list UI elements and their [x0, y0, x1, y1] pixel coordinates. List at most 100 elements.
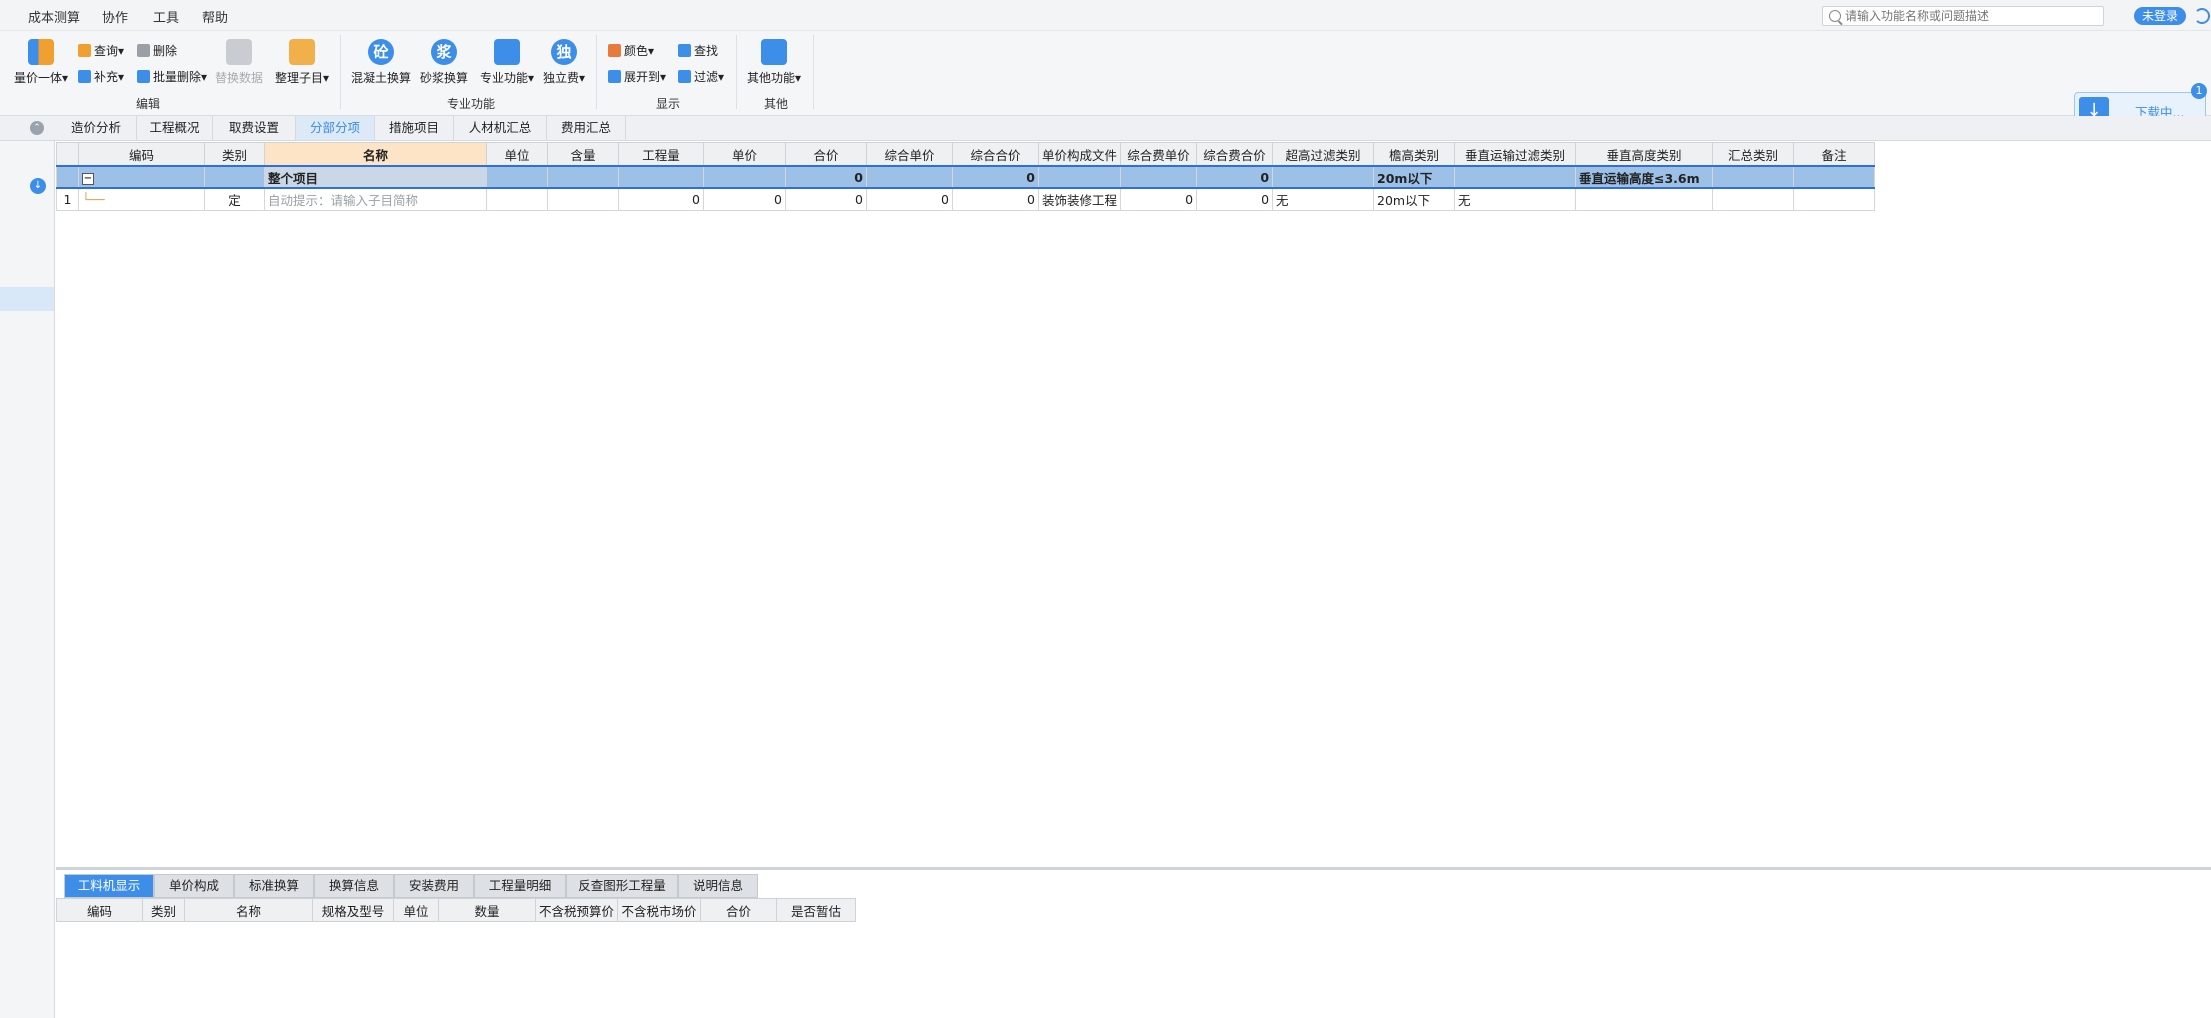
left-tree-selected-item[interactable]	[0, 287, 54, 311]
summary-category-cell[interactable]	[1712, 187, 1795, 211]
collapse-up-icon[interactable]: ⌃	[30, 121, 44, 135]
unit-price-cell[interactable]: 0	[703, 187, 786, 211]
column-header[interactable]: 垂直高度类别	[1575, 142, 1714, 167]
column-header[interactable]: 工程量	[618, 142, 704, 167]
total-cell[interactable]: 0	[785, 187, 867, 211]
comp-unit-price-cell[interactable]: 0	[866, 187, 953, 211]
column-header[interactable]: 编码	[56, 898, 143, 922]
column-header[interactable]: 数量	[438, 898, 536, 922]
menu-item-collaborate[interactable]: 协作	[102, 7, 128, 26]
menu-item-cost-estimate[interactable]: 成本测算	[28, 7, 80, 26]
column-header[interactable]: 超高过滤类别	[1272, 142, 1375, 167]
yangao-cell[interactable]: 20m以下	[1373, 165, 1456, 189]
column-header[interactable]: 合价	[700, 898, 777, 922]
column-header[interactable]: 垂直运输过滤类别	[1454, 142, 1577, 167]
column-header[interactable]: 单位	[486, 142, 548, 167]
content-cell[interactable]	[547, 187, 619, 211]
supplement-button[interactable]: 补充▾	[78, 68, 124, 85]
login-button[interactable]: 未登录	[2134, 7, 2186, 25]
column-header[interactable]: 规格及型号	[312, 898, 394, 922]
column-header[interactable]: 备注	[1793, 142, 1876, 167]
remark-cell[interactable]	[1793, 187, 1876, 211]
tab-labor-material-summary[interactable]: 人材机汇总	[454, 116, 547, 140]
group-row-whole-project[interactable]: − 整个项目 0 0 0 20m以下 垂直运输高度≤3.6m	[56, 165, 1876, 189]
tab-description-info[interactable]: 说明信息	[678, 874, 758, 898]
category-cell[interactable]: 定	[204, 187, 265, 211]
unit-price-cell[interactable]	[703, 165, 786, 189]
category-cell[interactable]	[204, 165, 265, 189]
quantity-cell[interactable]	[618, 165, 704, 189]
name-cell[interactable]: 整个项目	[264, 165, 487, 189]
chaogao-cell[interactable]: 无	[1272, 187, 1375, 211]
column-header[interactable]: 含量	[547, 142, 619, 167]
summary-category-cell[interactable]	[1712, 165, 1795, 189]
table-row[interactable]: 1 └── 定 自动提示：请输入子目简称 0 0 0 0 0 装饰装修工程 0 …	[56, 187, 1876, 211]
comp-unit-price-cell[interactable]	[866, 165, 953, 189]
column-header[interactable]: 类别	[204, 142, 265, 167]
refresh-icon[interactable]	[2194, 8, 2210, 24]
expand-to-button[interactable]: 展开到▾	[608, 68, 666, 85]
tab-conversion-info[interactable]: 换算信息	[314, 874, 394, 898]
content-cell[interactable]	[547, 165, 619, 189]
column-header[interactable]: 单价构成文件	[1037, 142, 1122, 167]
liangjia-button[interactable]: 量价一体▾	[12, 39, 70, 86]
column-header[interactable]: 综合单价	[866, 142, 953, 167]
tab-install-fee[interactable]: 安装费用	[394, 874, 474, 898]
remark-cell[interactable]	[1793, 165, 1876, 189]
column-header[interactable]: 综合费合价	[1196, 142, 1274, 167]
comp-total-cell[interactable]: 0	[952, 187, 1039, 211]
tab-subdivision[interactable]: 分部分项	[296, 116, 375, 140]
price-file-cell[interactable]	[1037, 165, 1122, 189]
code-cell[interactable]: └──	[78, 187, 205, 211]
vertical-height-cell[interactable]	[1575, 187, 1714, 211]
panel-splitter[interactable]	[56, 867, 2211, 870]
column-header[interactable]: 名称	[184, 898, 313, 922]
column-header[interactable]: 单价	[703, 142, 786, 167]
column-header[interactable]: 综合费单价	[1120, 142, 1198, 167]
tab-fee-settings[interactable]: 取费设置	[213, 116, 296, 140]
query-button[interactable]: 查询▾	[78, 42, 124, 59]
column-header-name[interactable]: 名称	[264, 142, 487, 167]
column-header[interactable]: 不含税预算价	[535, 898, 618, 922]
tab-unit-price-composition[interactable]: 单价构成	[154, 874, 234, 898]
tab-cost-analysis[interactable]: 造价分析	[56, 116, 137, 140]
filter-button[interactable]: 过滤▾	[678, 68, 724, 85]
tab-fee-summary[interactable]: 费用汇总	[547, 116, 626, 140]
special-function-button[interactable]: 专业功能▾	[478, 39, 536, 86]
organize-button[interactable]: 整理子目▾	[274, 39, 330, 86]
find-button[interactable]: 查找	[678, 42, 718, 59]
tree-expand-icon[interactable]: ↓	[30, 178, 46, 194]
unit-cell[interactable]	[486, 165, 548, 189]
chaogao-cell[interactable]	[1272, 165, 1375, 189]
vertical-height-cell[interactable]: 垂直运输高度≤3.6m	[1575, 165, 1714, 189]
price-file-cell[interactable]: 装饰装修工程	[1037, 187, 1122, 211]
collapse-toggle-icon[interactable]: −	[82, 173, 94, 185]
vertical-filter-cell[interactable]	[1454, 165, 1577, 189]
fee-total-cell[interactable]: 0	[1196, 165, 1274, 189]
tab-standard-conversion[interactable]: 标准换算	[234, 874, 314, 898]
menu-item-tools[interactable]: 工具	[153, 7, 179, 26]
comp-total-cell[interactable]: 0	[952, 165, 1039, 189]
total-cell[interactable]: 0	[785, 165, 867, 189]
column-header[interactable]: 汇总类别	[1712, 142, 1795, 167]
tab-reverse-graphic-quantity[interactable]: 反查图形工程量	[566, 874, 678, 898]
menu-item-help[interactable]: 帮助	[202, 7, 228, 26]
search-box[interactable]	[1822, 6, 2104, 26]
fee-unit-cell[interactable]: 0	[1120, 187, 1198, 211]
search-input[interactable]	[1843, 8, 2097, 24]
fee-unit-cell[interactable]	[1120, 165, 1198, 189]
tab-project-overview[interactable]: 工程概况	[137, 116, 213, 140]
tab-quantity-detail[interactable]: 工程量明细	[474, 874, 566, 898]
column-header[interactable]: 类别	[142, 898, 185, 922]
column-header[interactable]: 合价	[785, 142, 867, 167]
quantity-cell[interactable]: 0	[618, 187, 704, 211]
batch-delete-button[interactable]: 批量删除▾	[137, 68, 207, 85]
yangao-cell[interactable]: 20m以下	[1373, 187, 1456, 211]
column-header[interactable]: 单位	[393, 898, 439, 922]
delete-button[interactable]: 删除	[137, 42, 177, 59]
column-header[interactable]: 编码	[78, 142, 205, 167]
tab-measures[interactable]: 措施项目	[375, 116, 454, 140]
vertical-filter-cell[interactable]: 无	[1454, 187, 1577, 211]
unit-cell[interactable]	[486, 187, 548, 211]
tab-labor-material-display[interactable]: 工料机显示	[64, 874, 154, 898]
